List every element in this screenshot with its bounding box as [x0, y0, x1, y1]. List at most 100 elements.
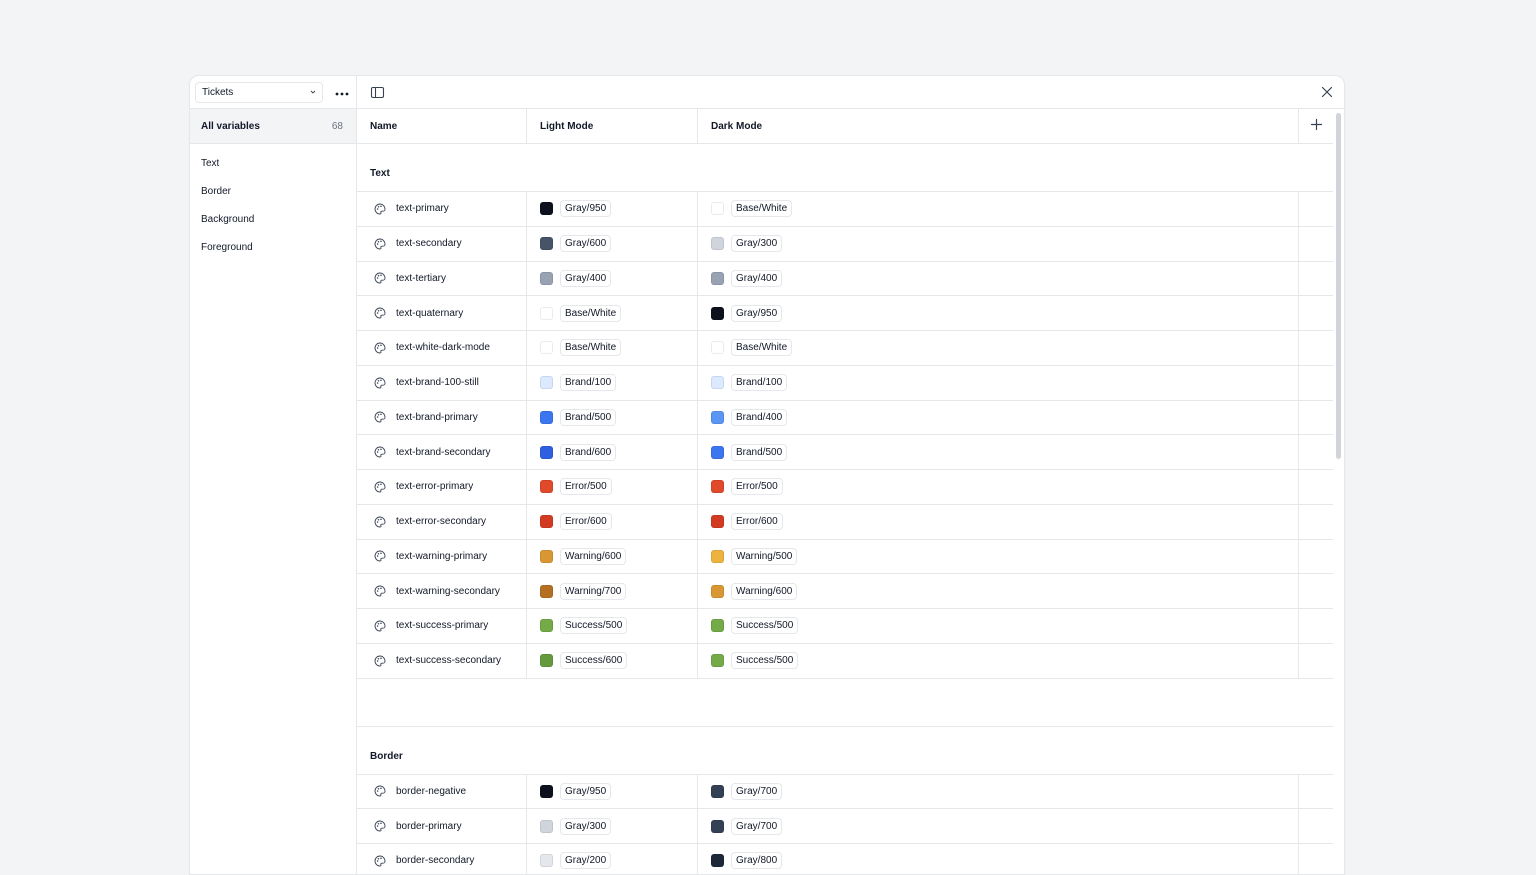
light-alias-chip[interactable]: Gray/200 [560, 852, 612, 870]
light-mode-value-cell[interactable]: Gray/600 [527, 226, 698, 261]
table-row[interactable]: text-brand-secondary Brand/600 Brand/500 [357, 435, 1333, 470]
light-mode-value-cell[interactable]: Brand/500 [527, 400, 698, 435]
light-alias-chip[interactable]: Gray/400 [560, 269, 612, 287]
panel-toggle-button[interactable] [370, 85, 385, 100]
light-alias-chip[interactable]: Brand/100 [560, 374, 617, 392]
collection-select[interactable]: Tickets [195, 81, 324, 103]
light-alias-chip[interactable]: Error/600 [560, 513, 612, 531]
dark-mode-value-cell[interactable]: Gray/800 [698, 844, 1299, 874]
light-color-swatch [540, 819, 553, 833]
table-row[interactable]: text-secondary Gray/600 Gray/300 [357, 226, 1333, 262]
dark-mode-value-cell[interactable]: Brand/100 [698, 365, 1299, 400]
light-mode-value-cell[interactable]: Base/White [527, 331, 698, 365]
light-alias-chip[interactable]: Warning/700 [560, 582, 627, 600]
dark-mode-value-cell[interactable]: Success/500 [698, 643, 1299, 678]
light-mode-value-cell[interactable]: Base/White [527, 296, 698, 330]
dark-mode-value-cell[interactable]: Brand/400 [698, 400, 1299, 435]
light-mode-value-cell[interactable]: Brand/100 [527, 365, 698, 400]
dark-alias-chip[interactable]: Brand/100 [731, 374, 788, 392]
dark-mode-value-cell[interactable]: Error/600 [698, 504, 1299, 539]
light-alias-chip[interactable]: Base/White [560, 304, 622, 322]
dark-alias-chip[interactable]: Warning/500 [731, 547, 798, 565]
table-row[interactable]: text-brand-primary Brand/500 Brand/400 [357, 400, 1333, 436]
light-mode-value-cell[interactable]: Success/500 [527, 609, 698, 643]
light-alias-chip[interactable]: Gray/950 [560, 200, 612, 218]
dark-alias-chip[interactable]: Gray/300 [731, 235, 783, 253]
light-mode-value-cell[interactable]: Warning/700 [527, 574, 698, 608]
light-alias-chip[interactable]: Warning/600 [560, 547, 627, 565]
light-alias-chip[interactable]: Success/500 [560, 617, 628, 635]
table-row[interactable]: text-white-dark-mode Base/White Base/Whi… [357, 331, 1333, 366]
light-mode-value-cell[interactable]: Gray/200 [527, 844, 698, 874]
dark-mode-value-cell[interactable]: Gray/700 [698, 774, 1299, 809]
dark-alias-chip[interactable]: Brand/500 [731, 443, 788, 461]
table-row[interactable]: text-warning-secondary Warning/700 Warni… [357, 574, 1333, 609]
dark-alias-chip[interactable]: Base/White [731, 200, 793, 218]
dark-alias-chip[interactable]: Success/500 [731, 617, 799, 635]
dark-alias-chip[interactable]: Warning/600 [731, 582, 798, 600]
light-alias-chip[interactable]: Brand/500 [560, 408, 617, 426]
dark-alias-chip[interactable]: Gray/700 [731, 782, 783, 800]
dark-alias-chip[interactable]: Error/600 [731, 513, 783, 531]
vertical-scrollbar[interactable] [1336, 113, 1341, 459]
light-alias-chip[interactable]: Error/500 [560, 478, 612, 496]
column-header-light-mode[interactable]: Light Mode [527, 109, 698, 143]
palette-icon [374, 785, 386, 797]
table-row[interactable]: text-success-primary Success/500 Success… [357, 609, 1333, 644]
light-mode-value-cell[interactable]: Gray/950 [527, 774, 698, 809]
dark-mode-value-cell[interactable]: Success/500 [698, 609, 1299, 643]
table-row[interactable]: text-quaternary Base/White Gray/950 [357, 296, 1333, 331]
table-row[interactable]: text-tertiary Gray/400 Gray/400 [357, 261, 1333, 297]
light-mode-value-cell[interactable]: Error/500 [527, 470, 698, 504]
dark-mode-value-cell[interactable]: Gray/950 [698, 296, 1299, 330]
light-alias-chip[interactable]: Success/600 [560, 652, 628, 670]
light-alias-chip[interactable]: Brand/600 [560, 443, 617, 461]
sidebar-group-foreground[interactable]: Foreground [190, 233, 356, 261]
dark-alias-chip[interactable]: Gray/700 [731, 817, 783, 835]
light-mode-value-cell[interactable]: Gray/300 [527, 809, 698, 843]
table-row[interactable]: text-error-primary Error/500 Error/500 [357, 470, 1333, 505]
table-row[interactable]: text-brand-100-still Brand/100 Brand/100 [357, 365, 1333, 401]
sidebar-group-border[interactable]: Border [190, 177, 356, 205]
light-mode-value-cell[interactable]: Gray/400 [527, 261, 698, 296]
light-alias-chip[interactable]: Gray/600 [560, 235, 612, 253]
light-mode-value-cell[interactable]: Error/600 [527, 504, 698, 539]
more-options-button[interactable] [333, 83, 351, 101]
table-row[interactable]: text-warning-primary Warning/600 Warning… [357, 539, 1333, 575]
dark-mode-value-cell[interactable]: Base/White [698, 192, 1299, 226]
table-row[interactable]: text-primary Gray/950 Base/White [357, 192, 1333, 227]
table-row[interactable]: border-secondary Gray/200 Gray/800 [357, 844, 1333, 874]
dark-mode-value-cell[interactable]: Error/500 [698, 470, 1299, 504]
dark-mode-value-cell[interactable]: Gray/700 [698, 809, 1299, 843]
table-row[interactable]: text-error-secondary Error/600 Error/600 [357, 504, 1333, 540]
table-row[interactable]: border-negative Gray/950 Gray/700 [357, 774, 1333, 810]
dark-mode-value-cell[interactable]: Brand/500 [698, 435, 1299, 469]
light-mode-value-cell[interactable]: Warning/600 [527, 539, 698, 574]
all-variables-item[interactable]: All variables 68 [190, 109, 356, 144]
dark-alias-chip[interactable]: Error/500 [731, 478, 783, 496]
dark-mode-value-cell[interactable]: Warning/600 [698, 574, 1299, 608]
dark-alias-chip[interactable]: Gray/800 [731, 852, 783, 870]
close-button[interactable] [1320, 85, 1334, 99]
dark-mode-value-cell[interactable]: Gray/400 [698, 261, 1299, 296]
sidebar-group-text[interactable]: Text [190, 149, 356, 177]
light-alias-chip[interactable]: Gray/300 [560, 817, 612, 835]
dark-alias-chip[interactable]: Brand/400 [731, 408, 788, 426]
sidebar-group-background[interactable]: Background [190, 205, 356, 233]
column-header-dark-mode[interactable]: Dark Mode [698, 109, 1299, 143]
light-alias-chip[interactable]: Base/White [560, 339, 622, 357]
light-mode-value-cell[interactable]: Brand/600 [527, 435, 698, 469]
dark-alias-chip[interactable]: Gray/950 [731, 304, 783, 322]
light-alias-chip[interactable]: Gray/950 [560, 782, 612, 800]
dark-mode-value-cell[interactable]: Gray/300 [698, 226, 1299, 261]
light-mode-value-cell[interactable]: Gray/950 [527, 192, 698, 226]
add-mode-button[interactable] [1299, 109, 1333, 143]
dark-mode-value-cell[interactable]: Warning/500 [698, 539, 1299, 574]
dark-alias-chip[interactable]: Gray/400 [731, 269, 783, 287]
dark-alias-chip[interactable]: Base/White [731, 339, 793, 357]
light-mode-value-cell[interactable]: Success/600 [527, 643, 698, 678]
table-row[interactable]: border-primary Gray/300 Gray/700 [357, 809, 1333, 844]
table-row[interactable]: text-success-secondary Success/600 Succe… [357, 643, 1333, 679]
dark-mode-value-cell[interactable]: Base/White [698, 331, 1299, 365]
dark-alias-chip[interactable]: Success/500 [731, 652, 799, 670]
